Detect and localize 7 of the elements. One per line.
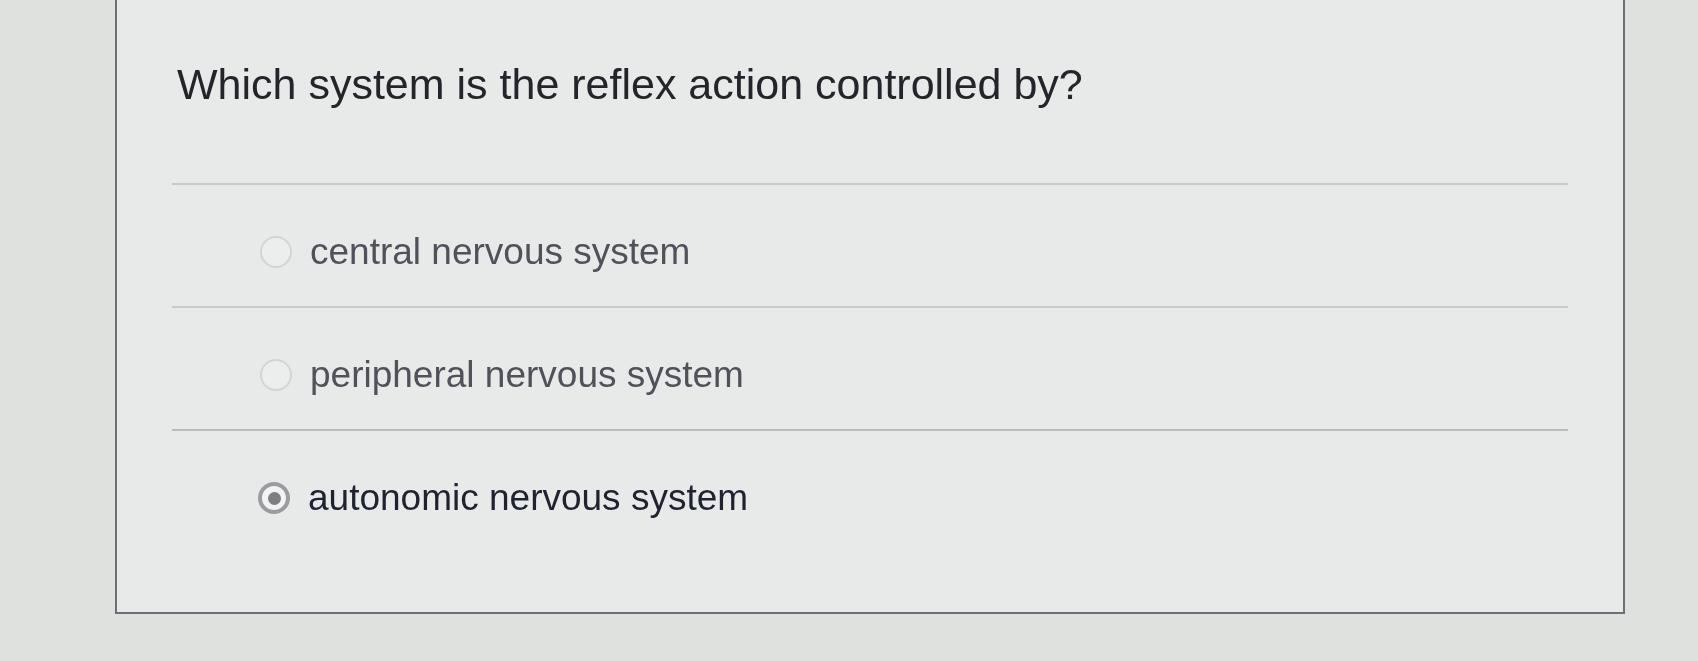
radio-button[interactable] — [260, 236, 292, 268]
radio-button[interactable] — [258, 482, 290, 514]
option-label[interactable]: peripheral nervous system — [310, 353, 744, 397]
option-label[interactable]: autonomic nervous system — [308, 476, 749, 520]
option-label[interactable]: central nervous system — [310, 230, 691, 274]
radio-button[interactable] — [260, 359, 292, 391]
question-text: Which system is the reflex action controlled by? — [177, 60, 1083, 108]
